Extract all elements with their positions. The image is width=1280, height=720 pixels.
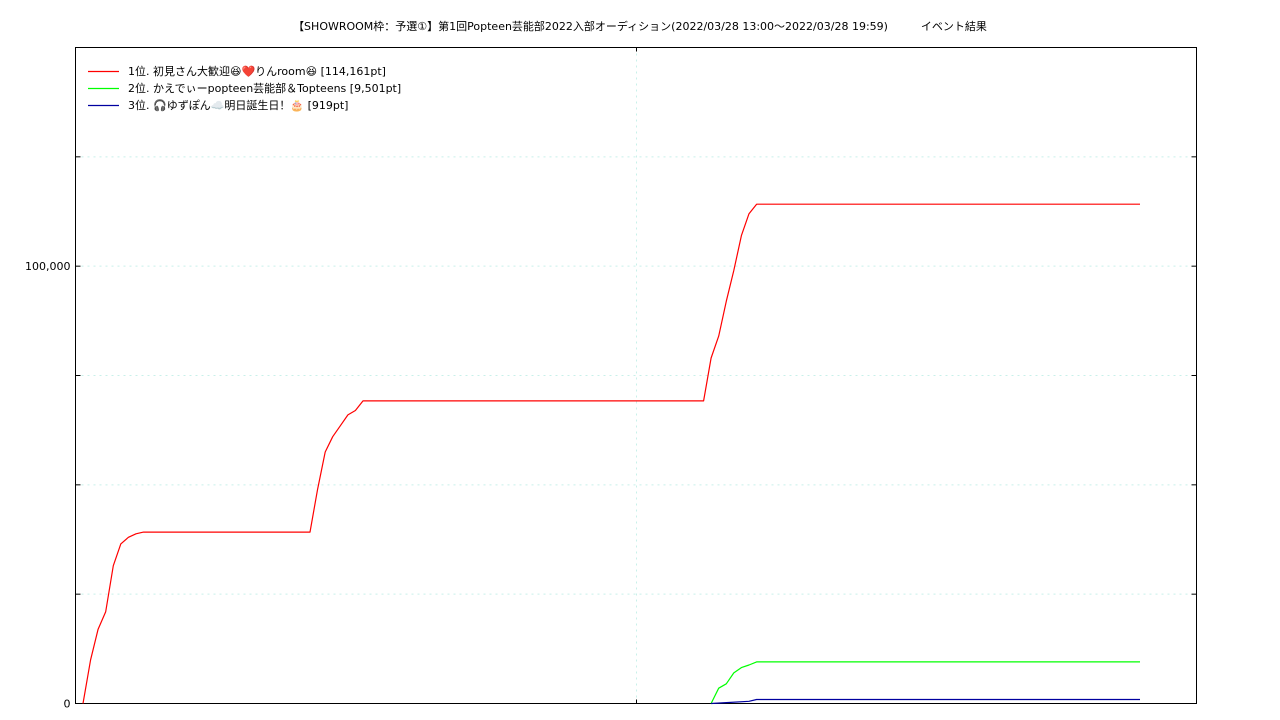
legend-label: 1位. 初見さん大歓迎😆❤️りんroom😆 [114,161pt] bbox=[128, 64, 386, 78]
legend-label: 2位. かえでぃーpopteen芸能部＆Topteens [9,501pt] bbox=[128, 81, 401, 95]
y-tick-label: 100,000 bbox=[25, 260, 71, 273]
series-line bbox=[711, 698, 1140, 705]
legend-label: 3位. 🎧ゆずぽん☁️明日誕生日！🎂 [919pt] bbox=[128, 98, 348, 112]
line-chart: 0 100,000 1位. 初見さん大歓迎😆❤️りんroom😆 [114,161p… bbox=[25, 47, 1197, 711]
grid-lines bbox=[75, 47, 1197, 704]
series-line bbox=[82, 203, 1140, 704]
y-axis-ticks: 0 100,000 bbox=[25, 47, 1197, 711]
series-lines bbox=[82, 203, 1140, 705]
series-line bbox=[710, 661, 1140, 704]
y-tick-label: 0 bbox=[64, 698, 71, 711]
legend: 1位. 初見さん大歓迎😆❤️りんroom😆 [114,161pt] 2位. かえで… bbox=[88, 64, 401, 112]
